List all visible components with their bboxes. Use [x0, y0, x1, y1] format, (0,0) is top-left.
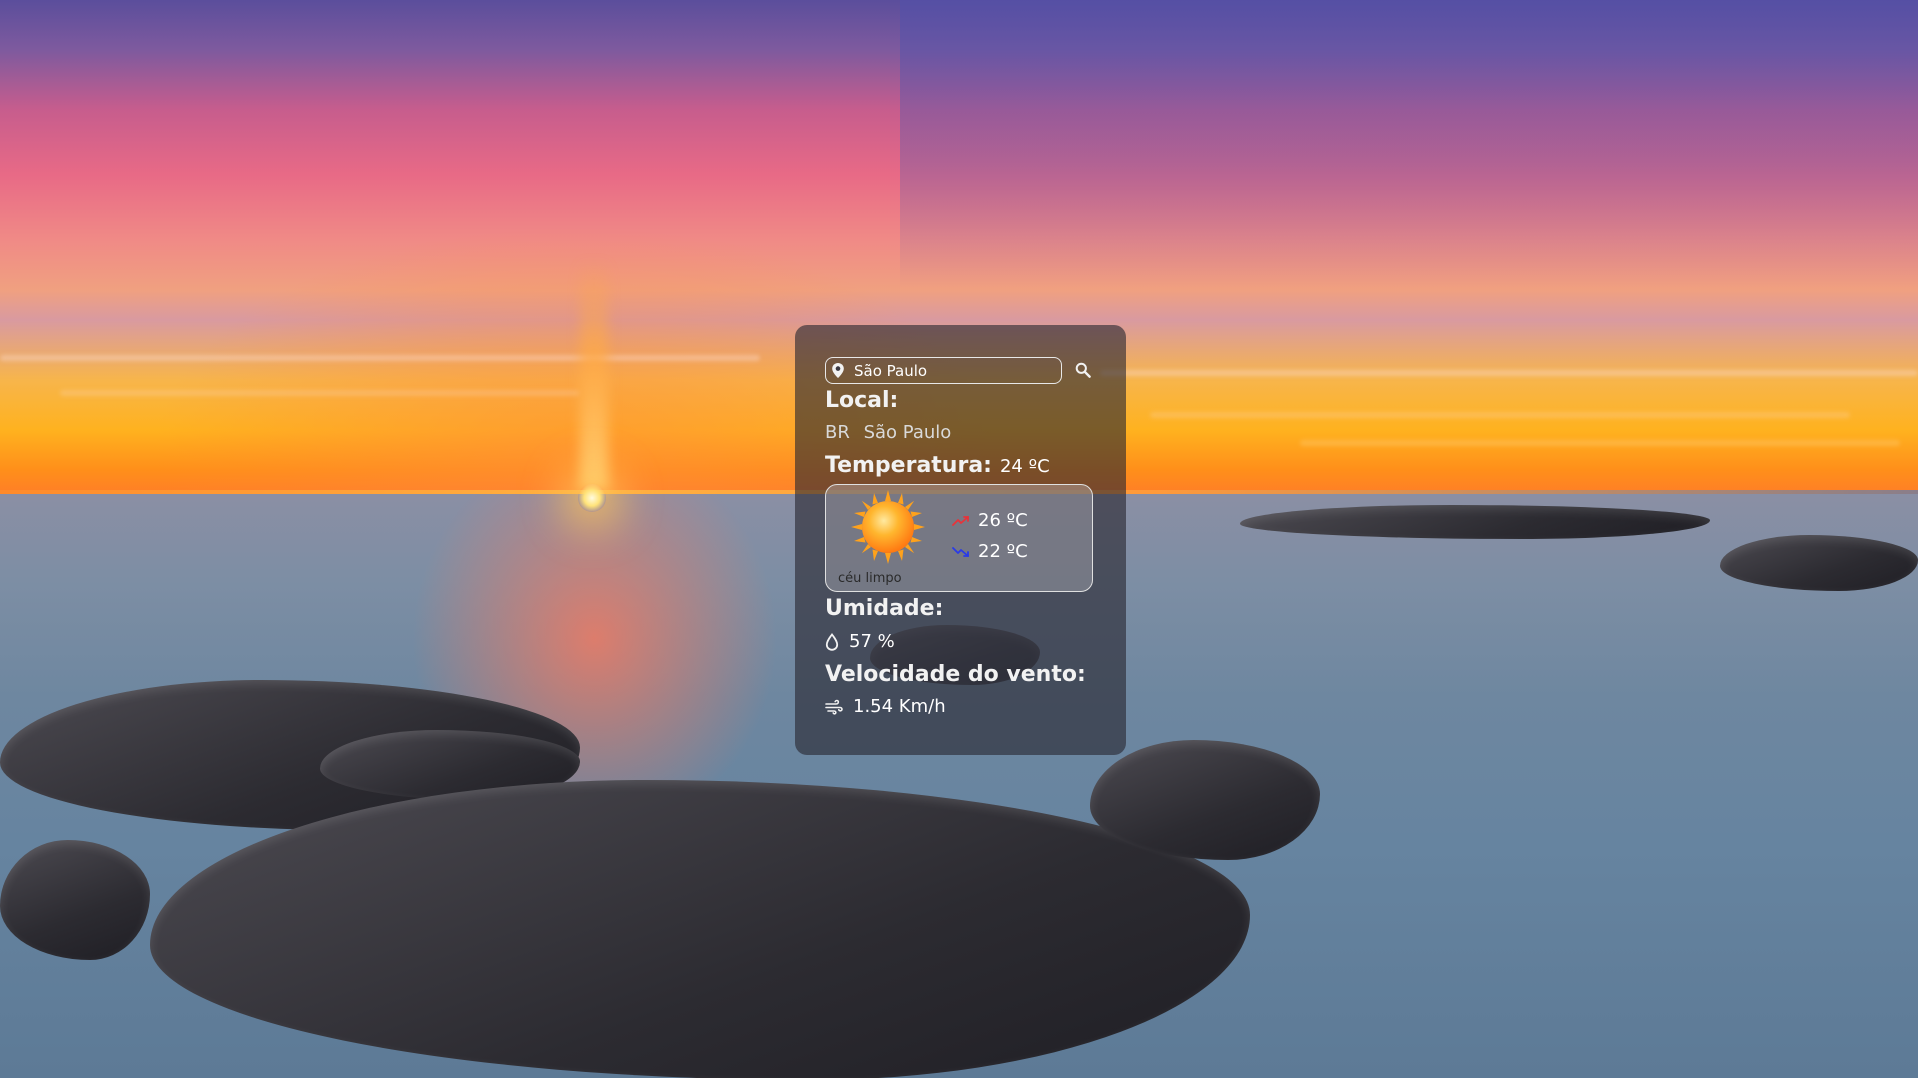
weather-condition-box: céu limpo 26 ºC 22 ºC [825, 484, 1093, 592]
min-temperature-value: 22 ºC [978, 541, 1028, 562]
wind-speed-value: 1.54 Km/h [853, 696, 946, 717]
search-button[interactable] [1072, 359, 1094, 381]
humidity-value: 57 % [849, 631, 895, 652]
trend-down-icon [952, 546, 969, 557]
max-temperature-value: 26 ºC [978, 510, 1028, 531]
temperature-value: 24 ºC [999, 456, 1050, 477]
sun-pillar [580, 260, 608, 490]
setting-sun [578, 484, 606, 512]
weather-card: Local: BR São Paulo Temperatura: 24 ºC [795, 325, 1126, 755]
location-line: BR São Paulo [825, 422, 959, 443]
temperature-heading: Temperatura: [825, 453, 992, 478]
country-code: BR [825, 422, 850, 443]
humidity-heading: Umidade: [825, 596, 944, 621]
rock [1090, 740, 1320, 860]
rock [0, 840, 150, 960]
search-input[interactable] [854, 361, 1054, 380]
map-pin-icon [830, 362, 846, 380]
max-temperature: 26 ºC [952, 510, 1028, 531]
rock [150, 780, 1250, 1078]
wind-speed-line: 1.54 Km/h [825, 696, 946, 717]
local-heading: Local: [825, 388, 899, 413]
min-temperature: 22 ºC [952, 541, 1028, 562]
droplet-icon [825, 632, 839, 651]
wind-icon [825, 699, 843, 715]
sun-icon [851, 490, 925, 564]
trend-up-icon [952, 515, 969, 526]
temperature-line: Temperatura: 24 ºC [825, 453, 1050, 478]
city-search-field [825, 357, 1062, 384]
magnifier-icon [1075, 362, 1091, 378]
weather-description: céu limpo [838, 571, 902, 586]
rock [1720, 535, 1918, 591]
humidity-line: 57 % [825, 631, 895, 652]
wind-speed-heading: Velocidade do vento: [825, 662, 1086, 687]
city-name: São Paulo [863, 422, 952, 443]
